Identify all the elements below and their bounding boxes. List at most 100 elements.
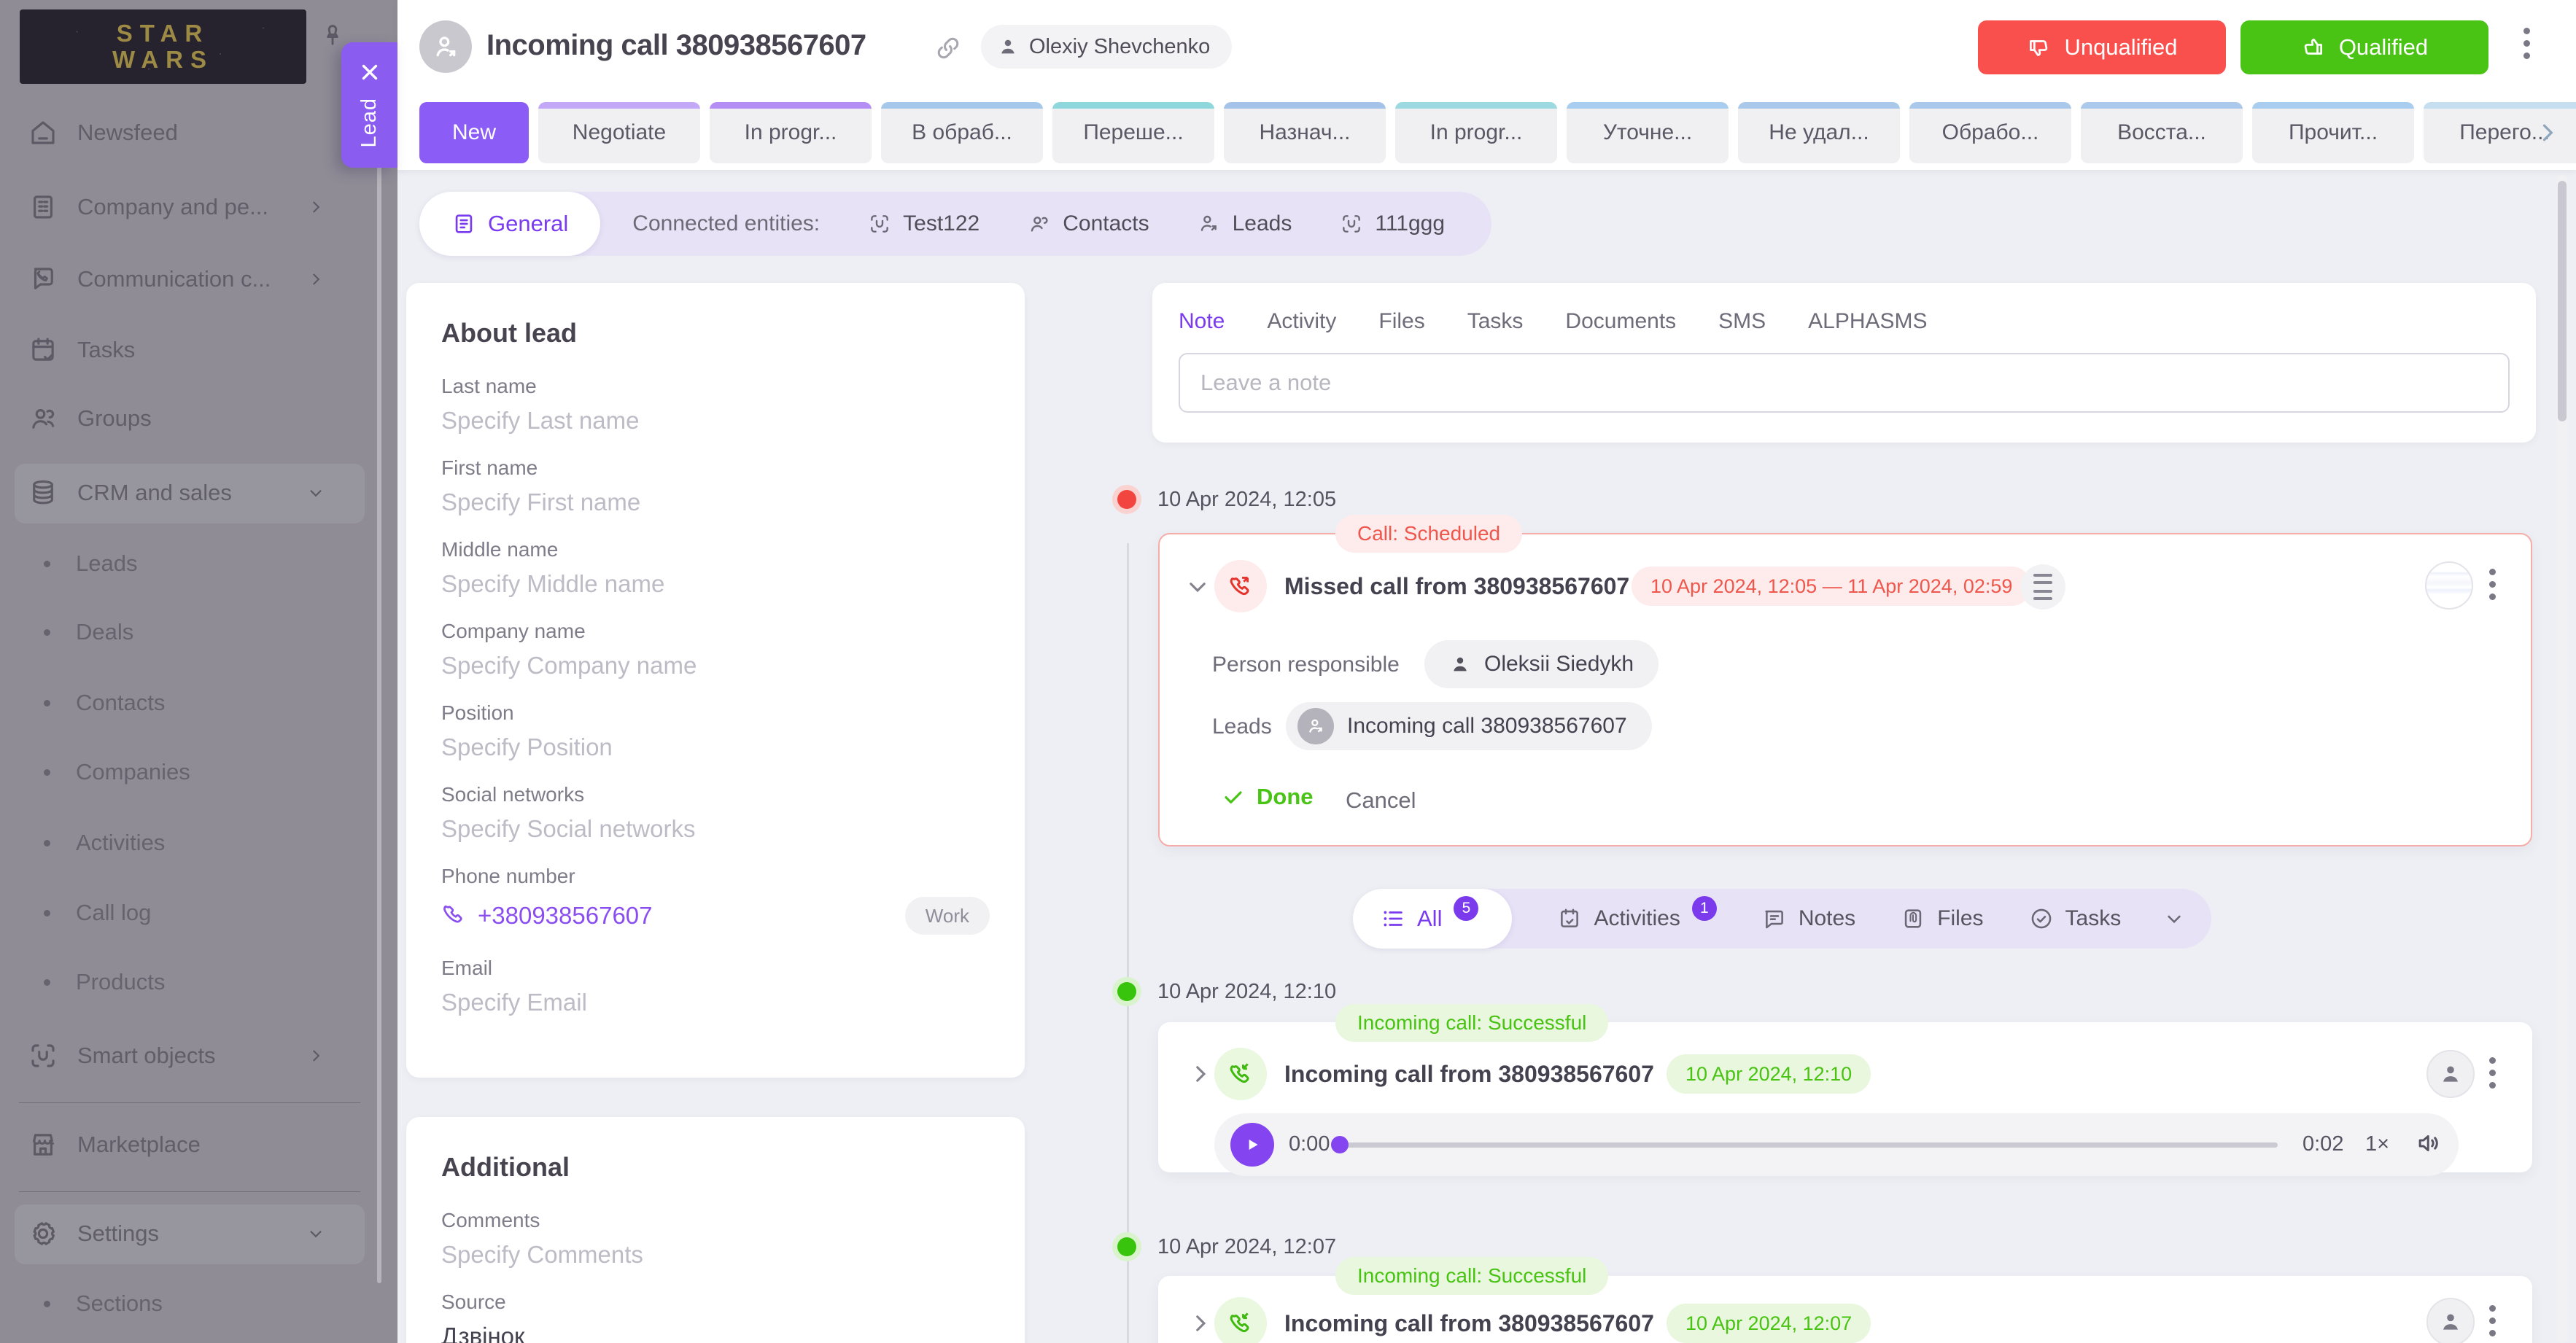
check-icon bbox=[1222, 785, 1245, 809]
social-networks-field[interactable]: Specify Social networks bbox=[441, 815, 990, 843]
chevron-down-icon[interactable] bbox=[2163, 908, 2185, 930]
tab-tasks[interactable]: Tasks bbox=[1467, 309, 1524, 334]
sidebar-item-deals[interactable]: Deals bbox=[0, 610, 379, 654]
field-label: Social networks bbox=[441, 783, 990, 806]
qualified-button[interactable]: Qualified bbox=[2241, 20, 2488, 74]
sidebar-item-company-and-people[interactable]: Company and pe... bbox=[0, 184, 379, 230]
filter-all[interactable]: All 5 bbox=[1353, 889, 1512, 949]
activity-more-menu[interactable] bbox=[2489, 1057, 2496, 1089]
stage-chip[interactable]: Уточне... bbox=[1567, 102, 1729, 163]
connected-entity-111ggg[interactable]: 111ggg bbox=[1340, 211, 1445, 236]
unqualified-button[interactable]: Unqualified bbox=[1978, 20, 2226, 74]
chevron-right-icon bbox=[306, 198, 325, 217]
connected-entity-contacts[interactable]: Contacts bbox=[1028, 211, 1149, 236]
person-arrow-icon bbox=[1198, 212, 1221, 235]
stage-chip[interactable]: Прочит... bbox=[2252, 102, 2414, 163]
audio-player: 0:00 0:02 1× bbox=[1214, 1113, 2459, 1176]
tab-sms[interactable]: SMS bbox=[1718, 309, 1766, 334]
sidebar-item-tasks[interactable]: Tasks bbox=[0, 327, 379, 373]
tab-files[interactable]: Files bbox=[1378, 309, 1424, 334]
volume-icon[interactable] bbox=[2415, 1129, 2443, 1157]
sidebar-item-activities[interactable]: Activities bbox=[0, 821, 379, 865]
pin-sidebar-icon[interactable] bbox=[319, 22, 346, 50]
source-value[interactable]: Дзвінок bbox=[441, 1323, 990, 1343]
sidebar-item-companies[interactable]: Companies bbox=[0, 750, 379, 794]
connected-entity-leads[interactable]: Leads bbox=[1198, 211, 1292, 236]
stage-chip[interactable]: In progr... bbox=[710, 102, 872, 163]
main-scrollbar-thumb[interactable] bbox=[2558, 181, 2567, 421]
sidebar-item-communication[interactable]: Communication c... bbox=[0, 256, 379, 303]
cancel-button[interactable]: Cancel bbox=[1346, 787, 1416, 814]
filter-files[interactable]: Files bbox=[1901, 906, 1983, 931]
sidebar-item-products[interactable]: Products bbox=[0, 960, 379, 1004]
tab-general[interactable]: General bbox=[419, 192, 600, 256]
stage-chip[interactable]: Переше... bbox=[1052, 102, 1214, 163]
sidebar-scrollbar[interactable] bbox=[377, 102, 381, 1283]
additional-card: Additional CommentsSpecify Comments Sour… bbox=[406, 1117, 1025, 1343]
position-field[interactable]: Specify Position bbox=[441, 733, 990, 761]
middle-name-field[interactable]: Specify Middle name bbox=[441, 570, 990, 598]
timeline-date: 10 Apr 2024, 12:10 bbox=[1112, 977, 1336, 1006]
stage-chip[interactable]: В обраб... bbox=[881, 102, 1043, 163]
sidebar-item-contacts[interactable]: Contacts bbox=[0, 681, 379, 725]
header-more-menu[interactable] bbox=[2523, 28, 2530, 59]
play-button[interactable] bbox=[1230, 1123, 1274, 1167]
filter-activities-count: 1 bbox=[1692, 896, 1717, 921]
email-field[interactable]: Specify Email bbox=[441, 989, 990, 1016]
filter-tasks[interactable]: Tasks bbox=[2029, 906, 2122, 931]
note-input[interactable] bbox=[1179, 353, 2510, 413]
done-button[interactable]: Done bbox=[1222, 784, 1314, 810]
lead-tab-label: Lead bbox=[357, 98, 381, 148]
close-icon[interactable] bbox=[357, 60, 382, 85]
sidebar-item-smart-objects[interactable]: Smart objects bbox=[0, 1032, 379, 1079]
tab-alphasms[interactable]: ALPHASMS bbox=[1808, 309, 1927, 334]
comments-field[interactable]: Specify Comments bbox=[441, 1241, 990, 1269]
collapse-icon[interactable] bbox=[1185, 575, 1210, 599]
description-button[interactable] bbox=[2020, 564, 2065, 610]
first-name-field[interactable]: Specify First name bbox=[441, 488, 990, 516]
copy-link-icon[interactable] bbox=[934, 34, 963, 63]
tab-activity[interactable]: Activity bbox=[1267, 309, 1336, 334]
users-icon bbox=[28, 403, 58, 434]
tab-documents[interactable]: Documents bbox=[1565, 309, 1676, 334]
field-label: Phone number bbox=[441, 865, 990, 888]
status-dot-green bbox=[1112, 977, 1141, 1006]
expand-icon[interactable] bbox=[1188, 1062, 1213, 1086]
sidebar-item-leads[interactable]: Leads bbox=[0, 542, 379, 585]
field-label: First name bbox=[441, 456, 990, 480]
expand-icon[interactable] bbox=[1188, 1311, 1213, 1336]
stages-scroll-right-icon[interactable] bbox=[2534, 120, 2561, 146]
playback-rate-button[interactable]: 1× bbox=[2365, 1132, 2389, 1156]
last-name-field[interactable]: Specify Last name bbox=[441, 407, 990, 435]
connected-entity-test122[interactable]: Test122 bbox=[868, 211, 979, 236]
stage-chip[interactable]: Не удал... bbox=[1738, 102, 1900, 163]
stage-chip-new[interactable]: New bbox=[419, 102, 529, 163]
sidebar-item-crm-and-sales[interactable]: CRM and sales bbox=[0, 470, 379, 516]
audio-progress-knob[interactable] bbox=[1331, 1136, 1349, 1153]
phone-number-link[interactable]: +380938567607 bbox=[441, 902, 653, 930]
filter-notes[interactable]: Notes bbox=[1762, 906, 1855, 931]
activity-more-menu[interactable] bbox=[2489, 1305, 2496, 1336]
sidebar-item-call-log[interactable]: Call log bbox=[0, 891, 379, 935]
sidebar-item-newsfeed[interactable]: Newsfeed bbox=[0, 109, 379, 156]
tab-note[interactable]: Note bbox=[1179, 309, 1225, 334]
sidebar-item-groups[interactable]: Groups bbox=[0, 395, 379, 442]
owner-chip[interactable]: Olexiy Shevchenko bbox=[981, 25, 1232, 69]
lead-chip[interactable]: Incoming call 380938567607 bbox=[1286, 702, 1652, 750]
lead-slideover-tab[interactable]: Lead bbox=[341, 42, 397, 168]
audio-progress-track[interactable] bbox=[1340, 1142, 2278, 1148]
stage-chip[interactable]: Обрабо... bbox=[1909, 102, 2071, 163]
sidebar-item-marketplace[interactable]: Marketplace bbox=[0, 1121, 379, 1168]
sidebar-item-sections[interactable]: Sections bbox=[0, 1282, 379, 1326]
filter-activities[interactable]: Activities 1 bbox=[1557, 906, 1716, 931]
stage-chip[interactable]: Назнач... bbox=[1224, 102, 1386, 163]
owner-name: Olexiy Shevchenko bbox=[1029, 35, 1210, 59]
person-responsible-chip[interactable]: Oleksii Siedykh bbox=[1424, 640, 1659, 688]
stage-chip[interactable]: Negotiate bbox=[538, 102, 700, 163]
sidebar-item-settings[interactable]: Settings bbox=[0, 1210, 379, 1257]
company-name-field[interactable]: Specify Company name bbox=[441, 652, 990, 680]
stage-chip[interactable]: Восста... bbox=[2081, 102, 2243, 163]
activity-more-menu[interactable] bbox=[2489, 569, 2496, 600]
stage-chip[interactable]: In progr... bbox=[1395, 102, 1557, 163]
smart-objects-icon bbox=[28, 1040, 58, 1071]
